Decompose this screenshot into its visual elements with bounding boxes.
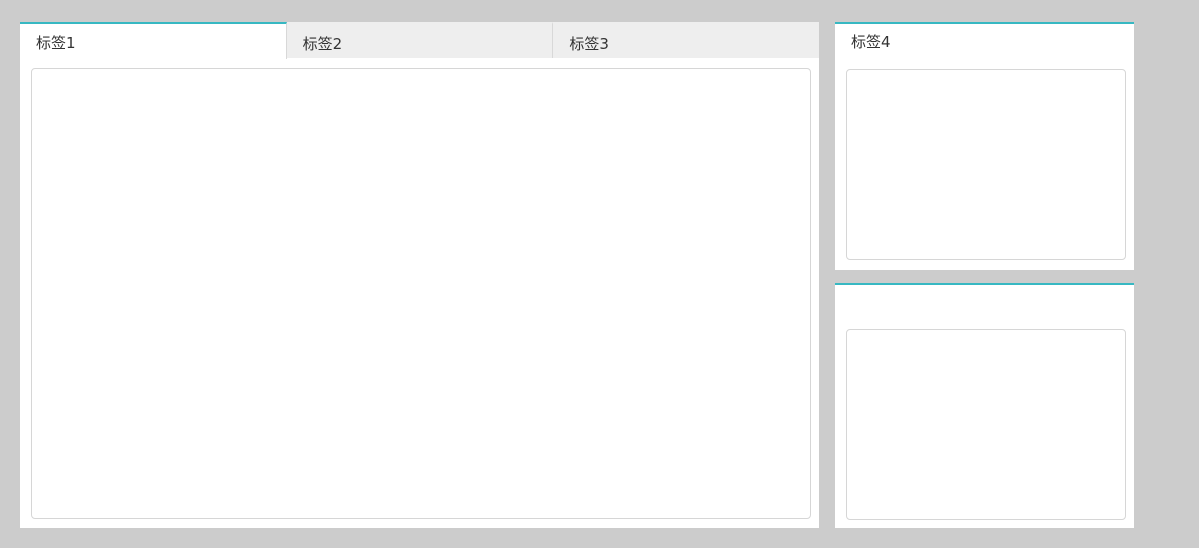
tab-1[interactable]: 标签1: [20, 22, 287, 59]
main-tab-bar: 标签1 标签2 标签3: [20, 22, 820, 59]
side-top-content: [846, 69, 1126, 260]
main-tab-content: [31, 68, 811, 519]
side-bottom-content: [846, 329, 1126, 520]
side-panel-bottom: [835, 283, 1134, 528]
main-tab-panel: 标签1 标签2 标签3: [20, 22, 820, 528]
tab-3[interactable]: 标签3: [553, 22, 820, 58]
tab-4[interactable]: 标签4: [835, 22, 1134, 58]
side-bottom-tab[interactable]: [835, 283, 1134, 319]
side-bottom-tab-bar: [835, 283, 1134, 319]
side-panel-top: 标签4: [835, 22, 1134, 270]
side-top-tab-bar: 标签4: [835, 22, 1134, 58]
tab-2[interactable]: 标签2: [286, 22, 554, 58]
